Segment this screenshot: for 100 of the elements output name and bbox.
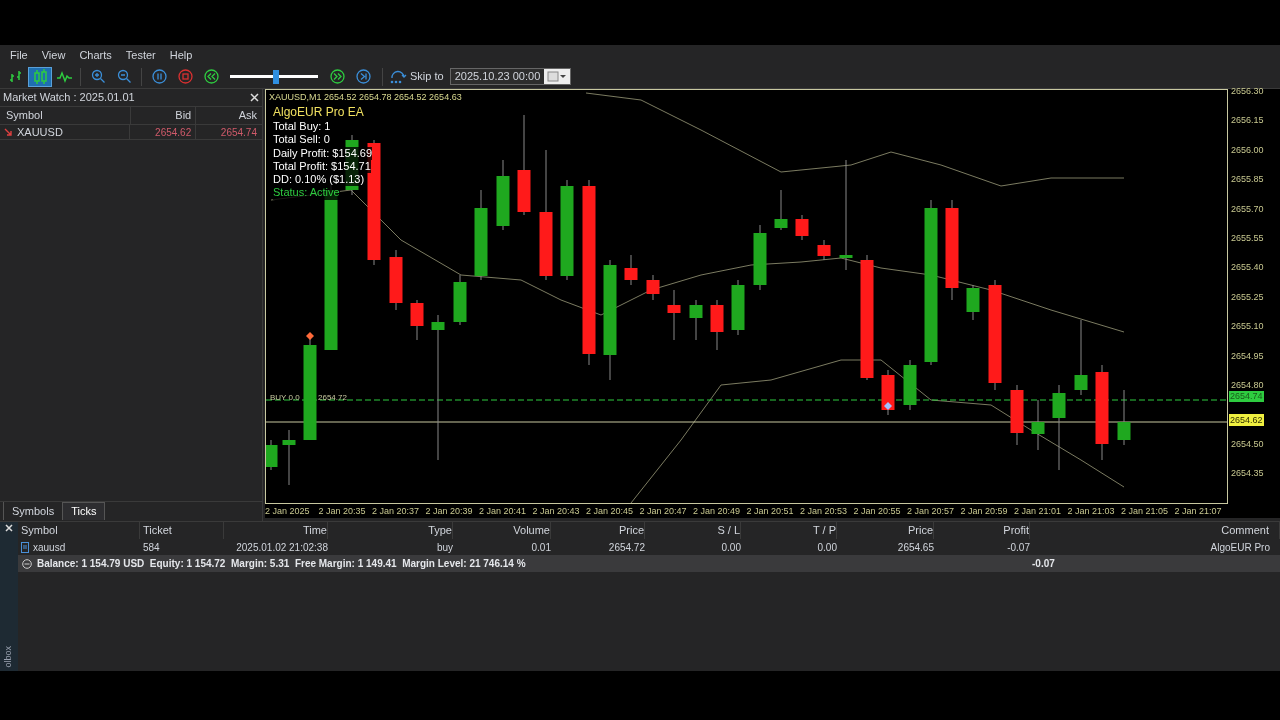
- trade-price: 2654.72: [318, 392, 347, 404]
- panel-side-label[interactable]: olbox: [2, 645, 16, 667]
- time-tick: 2 Jan 20:51: [746, 505, 795, 518]
- skip-icon[interactable]: [389, 69, 407, 84]
- candlestick: [646, 274, 660, 301]
- table-cell-text: AlgoEUR Pro: [1209, 540, 1271, 555]
- time-tick: 2 Jan 20:43: [532, 505, 581, 518]
- time-tick: 2 Jan 20:45: [586, 505, 635, 518]
- symbol-cell[interactable]: XAUUSD: [17, 123, 63, 141]
- table-cell-text: 0.01: [530, 540, 551, 555]
- document-icon[interactable]: [21, 541, 29, 553]
- column-header: Time: [224, 522, 328, 539]
- time-tick: 2 Jan 20:47: [639, 505, 688, 518]
- trade-label: BUY 0.0: [270, 392, 300, 404]
- candlestick: [1031, 399, 1045, 451]
- candlestick: [817, 239, 831, 261]
- zoom-out-icon[interactable]: [116, 69, 132, 84]
- down-arrow-icon[interactable]: [4, 127, 13, 137]
- price-tick: 2655.55: [1231, 232, 1264, 245]
- candlestick: [689, 299, 703, 341]
- speed-slider[interactable]: [230, 69, 318, 84]
- price-tick: 2656.15: [1231, 114, 1264, 128]
- close-icon[interactable]: [250, 93, 259, 102]
- menu-item[interactable]: Tester: [119, 46, 162, 64]
- candlestick: [710, 299, 724, 351]
- time-tick: 2 Jan 20:41: [479, 505, 528, 518]
- time-tick: 2 Jan 21:03: [1067, 505, 1116, 518]
- time-tick: 2 Jan 20:53: [800, 505, 849, 518]
- table-cell-text: 584: [142, 540, 161, 555]
- account-summary: Balance: 1 154.79 USD Equity: 1 154.72 Margin: 5.31 Free Margin: 1 149.41 Margin Level: 21 746.14 %: [37, 557, 526, 571]
- price-tick: 2655.70: [1231, 202, 1264, 216]
- menu-item[interactable]: Help: [163, 46, 199, 64]
- table-cell-text: -0.07: [1006, 540, 1030, 555]
- table-cell-text: buy: [435, 540, 453, 555]
- calendar-dropdown-icon[interactable]: [547, 71, 568, 82]
- bid-price-badge: 2654.62: [1229, 414, 1264, 426]
- candlestick: [667, 289, 681, 341]
- summary-profit: -0.07: [1032, 557, 1055, 571]
- time-tick: 2 Jan 20:57: [907, 505, 956, 518]
- pause-icon[interactable]: [151, 69, 167, 84]
- column-header: T / P: [741, 522, 837, 539]
- candlestick: [903, 359, 917, 411]
- panel-tab[interactable]: Ticks: [62, 502, 106, 520]
- ea-stat: DD: 0.10% ($1.13): [273, 173, 365, 187]
- price-tick: 2656.00: [1231, 143, 1264, 157]
- price-tick: 2654.50: [1231, 437, 1264, 451]
- table-cell-text: 2654.72: [607, 540, 645, 555]
- column-header: Volume: [453, 522, 551, 539]
- candlestick: [282, 429, 296, 486]
- price-tick: 2656.30: [1231, 85, 1264, 98]
- ask-price-badge: 2654.74: [1229, 391, 1264, 402]
- time-tick: 2 Jan 20:39: [425, 505, 474, 518]
- collapse-icon[interactable]: [22, 558, 32, 569]
- candlestick: [453, 274, 467, 326]
- time-tick: 2 Jan 21:01: [1014, 505, 1063, 518]
- date-field[interactable]: 2025.10.23 00:00: [449, 68, 572, 85]
- candlestick: [731, 279, 745, 336]
- trade-marker-icon: [884, 402, 892, 410]
- column-header: Profit: [934, 522, 1030, 539]
- skip-end-icon[interactable]: [355, 69, 371, 84]
- price-tick: 2654.95: [1231, 349, 1264, 363]
- column-header: S / L: [645, 522, 741, 539]
- time-tick: 2 Jan 21:05: [1121, 505, 1170, 518]
- fast-forward-icon[interactable]: [329, 69, 345, 84]
- skip-to-button[interactable]: Skip to: [389, 66, 444, 87]
- column-header: Bid: [129, 107, 196, 124]
- column-header: Ask: [195, 107, 262, 124]
- time-tick: 2 Jan 20:37: [372, 505, 421, 518]
- candlestick: [266, 439, 278, 471]
- price-tick: 2655.25: [1231, 290, 1264, 304]
- time-tick: 2 Jan 2025: [265, 505, 311, 518]
- table-cell-text: 2025.01.02 21:02:38: [235, 540, 328, 555]
- rewind-icon[interactable]: [203, 69, 219, 84]
- zoom-in-icon[interactable]: [90, 69, 106, 84]
- menu-item[interactable]: View: [35, 46, 72, 64]
- table-cell-text: 2654.65: [896, 540, 934, 555]
- menu-item[interactable]: Charts: [73, 46, 118, 64]
- ea-status: Status: Active: [273, 186, 340, 200]
- time-tick: 2 Jan 20:59: [960, 505, 1009, 518]
- candlestick: [389, 249, 403, 311]
- ea-title: AlgoEUR Pro EA: [273, 105, 365, 120]
- column-header: Symbol: [18, 522, 140, 539]
- candlestick: [881, 369, 895, 416]
- candlestick: [774, 189, 788, 231]
- column-header: Price: [551, 522, 645, 539]
- candlestick: [1010, 384, 1024, 446]
- time-tick: 2 Jan 20:35: [318, 505, 367, 518]
- time-tick: 2 Jan 21:07: [1174, 505, 1223, 518]
- stop-icon[interactable]: [177, 69, 193, 84]
- price-tick: 2654.80: [1231, 379, 1264, 392]
- candlestick: [624, 254, 638, 286]
- menu-item[interactable]: File: [4, 46, 34, 64]
- chart-header: XAUUSD,M1 2654.52 2654.78 2654.52 2654.63: [269, 91, 462, 104]
- bid-cell: 2654.62: [129, 124, 196, 140]
- candlestick: [410, 299, 424, 341]
- time-tick: 2 Jan 20:49: [693, 505, 742, 518]
- close-icon[interactable]: [5, 524, 13, 532]
- price-tick: 2654.35: [1231, 467, 1264, 481]
- column-header: Type: [328, 522, 453, 539]
- candlestick: [753, 224, 767, 291]
